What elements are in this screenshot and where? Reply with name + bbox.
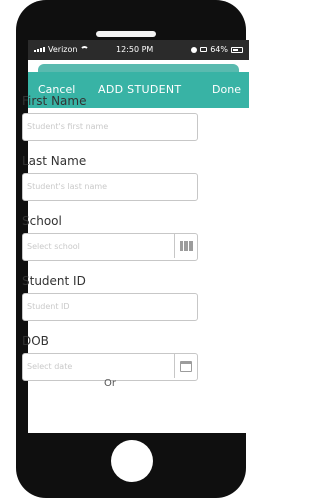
phone-speaker	[96, 31, 156, 37]
message-icon	[200, 47, 208, 52]
battery-percent: 64%	[210, 45, 228, 54]
done-button[interactable]: Done	[212, 83, 241, 96]
status-time: 12:50 PM	[116, 45, 154, 54]
student-form: First Name Last Name School Student ID D…	[22, 94, 198, 394]
status-left: Verizon	[34, 45, 90, 54]
school-input[interactable]	[27, 234, 177, 258]
first-name-input[interactable]	[27, 114, 177, 138]
last-name-label: Last Name	[22, 154, 87, 168]
status-right: 64%	[191, 45, 243, 54]
last-name-input[interactable]	[27, 174, 177, 198]
status-bar: Verizon 12:50 PM 64%	[28, 40, 249, 60]
school-picker-button[interactable]	[174, 234, 197, 258]
or-divider-text: Or	[104, 378, 116, 389]
wifi-icon	[80, 46, 90, 53]
student-id-input[interactable]	[27, 294, 177, 318]
school-field-box	[22, 233, 198, 261]
home-button[interactable]	[111, 440, 153, 482]
first-name-field-box	[22, 113, 198, 141]
alarm-icon	[191, 46, 198, 53]
school-label: School	[22, 214, 62, 228]
student-id-label: Student ID	[22, 274, 86, 288]
student-id-field-box	[22, 293, 198, 321]
carrier-name: Verizon	[48, 45, 78, 54]
battery-icon	[231, 46, 243, 53]
signal-icon	[34, 47, 45, 52]
dob-input[interactable]	[27, 354, 177, 378]
last-name-field-box	[22, 173, 198, 201]
dob-label: DOB	[22, 334, 49, 348]
calendar-icon	[180, 360, 192, 372]
dob-field-box	[22, 353, 198, 381]
first-name-label: First Name	[22, 94, 87, 108]
date-picker-button[interactable]	[174, 354, 197, 378]
map-icon	[179, 241, 193, 251]
